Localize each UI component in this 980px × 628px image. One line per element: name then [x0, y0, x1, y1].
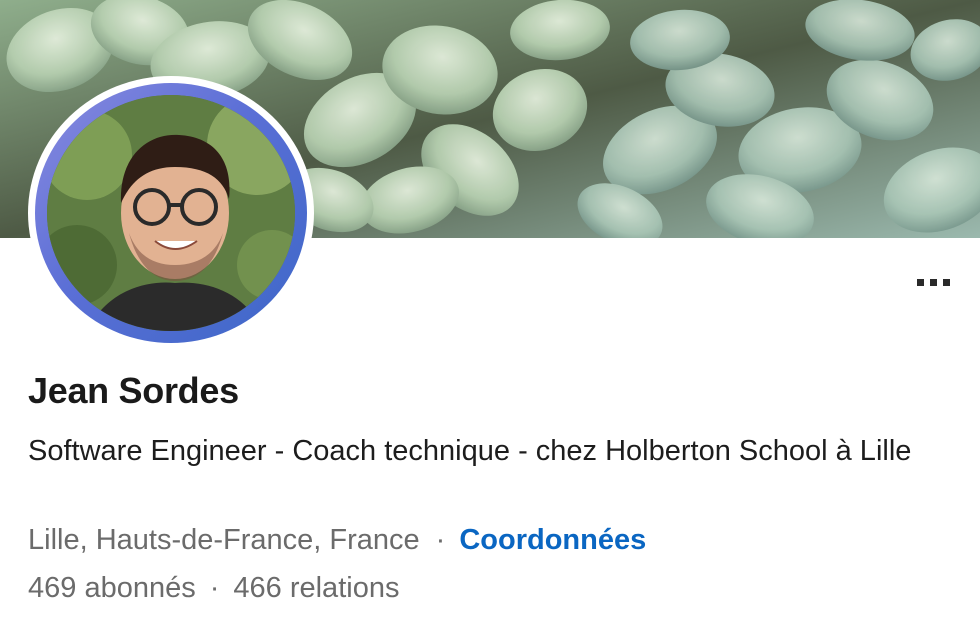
separator-dot: · [209, 572, 220, 604]
more-options-button[interactable] [908, 270, 958, 294]
location-row: Lille, Hauts-de-France, France · Coordonné… [28, 524, 646, 557]
connections-count[interactable]: 466 relations [233, 572, 399, 604]
avatar[interactable] [47, 95, 295, 331]
more-options-icon-dot-2 [929, 278, 937, 286]
profile-location: Lille, Hauts-de-France, France [28, 524, 420, 556]
stats-row: 469 abonnés · 466 relations [28, 572, 399, 605]
followers-count[interactable]: 469 abonnés [28, 572, 196, 604]
contact-info-link[interactable]: Coordonnées [459, 524, 646, 556]
profile-photo-ring [35, 83, 307, 343]
profile-photo-frame[interactable] [28, 76, 314, 350]
profile-headline: Software Engineer - Coach technique - ch… [28, 435, 912, 467]
separator-dot: · [435, 524, 446, 556]
more-options-icon-dot-1 [916, 278, 924, 286]
more-options-icon-dot-3 [942, 278, 950, 286]
profile-name: Jean Sordes [28, 370, 239, 411]
